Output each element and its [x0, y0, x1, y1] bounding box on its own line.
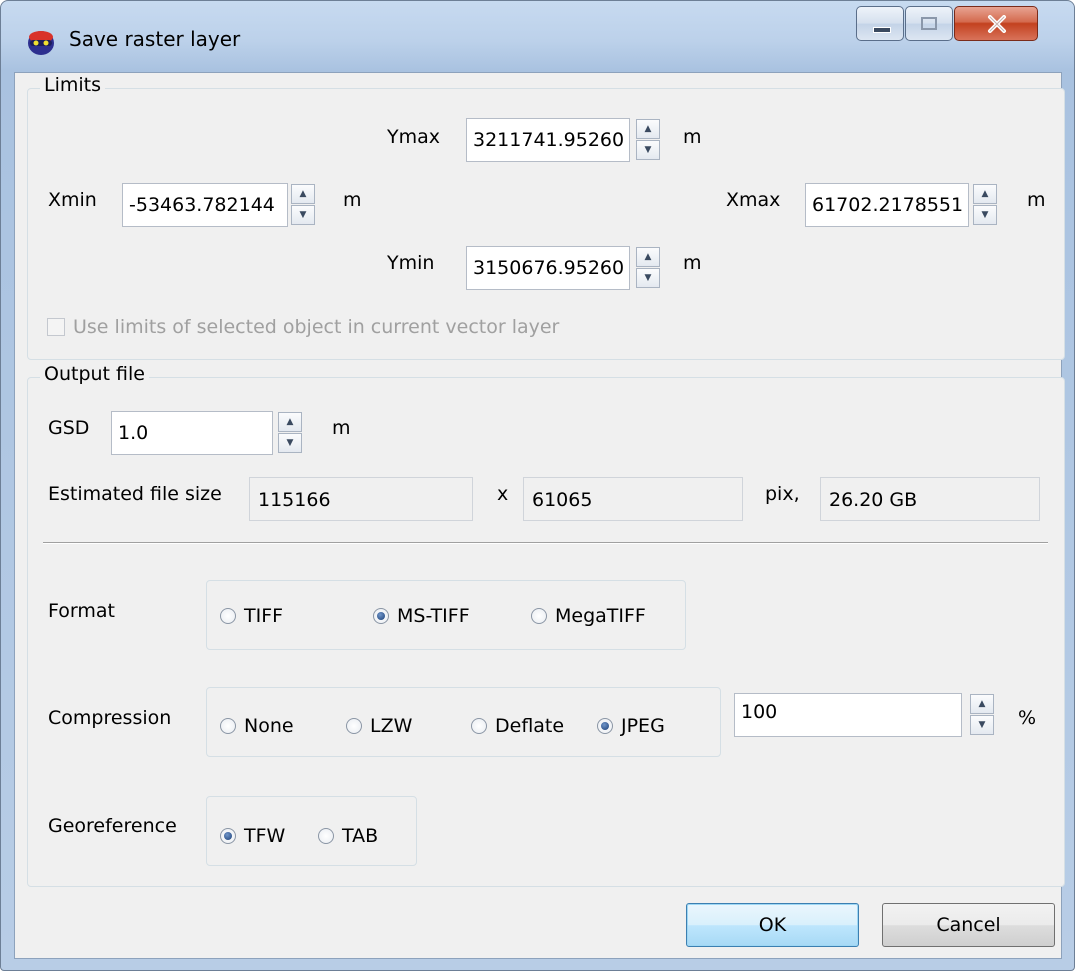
format-megatiff-radio[interactable]: MegaTIFF — [531, 605, 646, 627]
use-selected-limits-label: Use limits of selected object in current… — [73, 316, 560, 338]
estimated-size-field: 26.20 GB — [820, 477, 1040, 521]
format-ms-tiff-radio[interactable]: MS-TIFF — [373, 605, 470, 627]
radio-icon[interactable] — [346, 718, 362, 734]
minimize-icon — [873, 27, 891, 33]
ymin-label: Ymin — [387, 252, 435, 274]
xmin-input[interactable]: -53463.782144 — [122, 183, 288, 227]
spin-down-icon[interactable]: ▼ — [636, 140, 660, 160]
radio-icon[interactable] — [471, 718, 487, 734]
use-selected-limits-checkbox[interactable]: Use limits of selected object in current… — [47, 316, 559, 338]
jpeg-quality-unit: % — [1018, 707, 1037, 729]
estimated-width-field: 115166 — [249, 477, 473, 521]
spin-down-icon[interactable]: ▼ — [291, 205, 315, 225]
jpeg-quality-input[interactable]: 100 — [734, 693, 962, 737]
spin-up-icon[interactable]: ▲ — [973, 184, 997, 204]
limits-group-title: Limits — [40, 74, 105, 96]
compression-deflate-radio[interactable]: Deflate — [471, 715, 564, 737]
radio-label: TFW — [244, 825, 286, 847]
spin-down-icon[interactable]: ▼ — [278, 433, 302, 453]
compression-jpeg-radio[interactable]: JPEG — [597, 715, 665, 737]
gsd-spinner[interactable]: ▲ ▼ — [278, 411, 304, 455]
jpeg-quality-spinner[interactable]: ▲ ▼ — [970, 693, 996, 737]
close-button[interactable] — [954, 6, 1038, 41]
radio-icon[interactable] — [318, 828, 334, 844]
minimize-button[interactable] — [856, 6, 904, 41]
close-icon — [988, 15, 1006, 33]
radio-label: TIFF — [244, 605, 284, 627]
spin-up-icon[interactable]: ▲ — [636, 119, 660, 139]
spin-up-icon[interactable]: ▲ — [291, 184, 315, 204]
compression-lzw-radio[interactable]: LZW — [346, 715, 412, 737]
separator — [43, 542, 1048, 544]
format-tiff-radio[interactable]: TIFF — [220, 605, 283, 627]
ymax-unit: m — [683, 126, 702, 148]
app-icon — [28, 31, 54, 55]
format-label: Format — [48, 600, 115, 622]
spin-up-icon[interactable]: ▲ — [278, 412, 302, 432]
spin-down-icon[interactable]: ▼ — [970, 715, 994, 735]
dialog-client-area: Limits Ymax 3211741.95260 ▲ ▼ m Xmin -534… — [14, 72, 1065, 959]
radio-label: MS-TIFF — [397, 605, 470, 627]
checkbox-box[interactable] — [47, 318, 65, 336]
georeference-tab-radio[interactable]: TAB — [318, 825, 378, 847]
pix-label: pix, — [765, 483, 800, 505]
ymax-label: Ymax — [387, 126, 441, 148]
maximize-button[interactable] — [905, 6, 953, 41]
estimated-height-field: 61065 — [523, 477, 743, 521]
radio-icon[interactable] — [220, 608, 236, 624]
spin-down-icon[interactable]: ▼ — [636, 268, 660, 288]
estimated-x-label: x — [497, 483, 509, 505]
ymax-input[interactable]: 3211741.95260 — [466, 118, 630, 162]
radio-label: MegaTIFF — [555, 605, 646, 627]
xmax-label: Xmax — [726, 189, 781, 211]
ok-button[interactable]: OK — [686, 903, 859, 947]
ymin-unit: m — [683, 252, 702, 274]
ymin-input[interactable]: 3150676.95260 — [466, 246, 630, 290]
title-bar[interactable]: Save raster layer — [1, 1, 1074, 73]
estimated-size-label: Estimated file size — [48, 483, 222, 505]
radio-checked-icon[interactable] — [220, 828, 236, 844]
radio-checked-icon[interactable] — [373, 608, 389, 624]
output-file-group-title: Output file — [40, 363, 149, 385]
xmin-unit: m — [343, 189, 362, 211]
xmax-input[interactable]: 61702.2178551 — [805, 183, 969, 227]
radio-checked-icon[interactable] — [597, 718, 613, 734]
radio-label: None — [244, 715, 294, 737]
radio-label: JPEG — [621, 715, 665, 737]
window-title: Save raster layer — [69, 27, 241, 51]
georeference-label: Georeference — [48, 815, 177, 837]
ymax-spinner[interactable]: ▲ ▼ — [636, 118, 662, 162]
compression-label: Compression — [48, 707, 172, 729]
radio-label: LZW — [370, 715, 413, 737]
xmin-spinner[interactable]: ▲ ▼ — [291, 183, 317, 227]
ymin-spinner[interactable]: ▲ ▼ — [636, 246, 662, 290]
radio-icon[interactable] — [531, 608, 547, 624]
compression-none-radio[interactable]: None — [220, 715, 294, 737]
gsd-input[interactable]: 1.0 — [111, 411, 273, 455]
xmax-spinner[interactable]: ▲ ▼ — [973, 183, 999, 227]
radio-icon[interactable] — [220, 718, 236, 734]
radio-label: TAB — [342, 825, 379, 847]
spin-down-icon[interactable]: ▼ — [973, 205, 997, 225]
maximize-icon — [921, 17, 937, 30]
cancel-button[interactable]: Cancel — [882, 903, 1055, 947]
xmax-unit: m — [1027, 189, 1046, 211]
georeference-tfw-radio[interactable]: TFW — [220, 825, 285, 847]
radio-label: Deflate — [495, 715, 565, 737]
spin-up-icon[interactable]: ▲ — [636, 247, 660, 267]
gsd-unit: m — [332, 417, 351, 439]
gsd-label: GSD — [48, 417, 90, 439]
xmin-label: Xmin — [48, 189, 97, 211]
spin-up-icon[interactable]: ▲ — [970, 694, 994, 714]
